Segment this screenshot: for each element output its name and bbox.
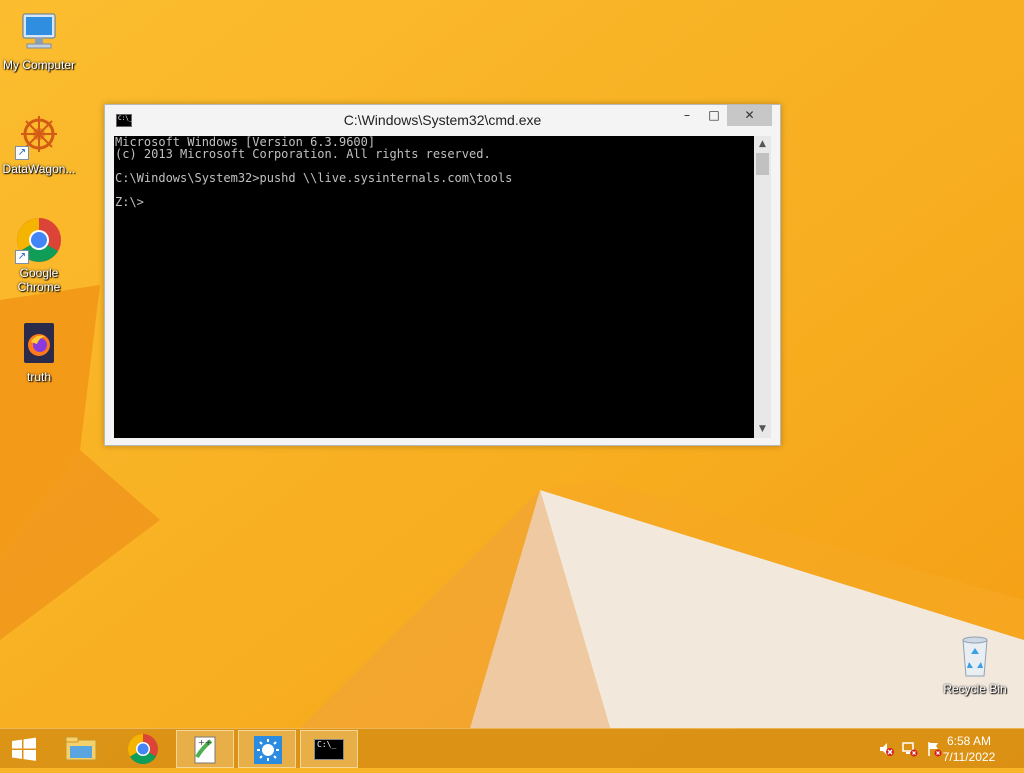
windows-logo-icon <box>12 737 36 761</box>
start-button[interactable] <box>0 730 48 768</box>
desktop-icon-label: My Computer <box>2 58 76 72</box>
taskbar-brightness-app[interactable] <box>238 730 296 768</box>
shortcut-arrow-icon: ↗ <box>15 250 29 264</box>
notepad-plus-plus-icon: ++ <box>194 736 216 764</box>
taskbar-cmd[interactable]: C:\_ <box>300 730 358 768</box>
maximize-button[interactable]: □ <box>701 105 727 126</box>
taskbar-file-explorer[interactable] <box>52 730 110 768</box>
svg-text:++: ++ <box>198 738 211 747</box>
shortcut-arrow-icon: ↗ <box>15 146 29 160</box>
computer-icon <box>15 8 63 56</box>
clock-date: 7/11/2022 <box>942 750 996 764</box>
firefox-file-icon <box>15 320 63 368</box>
brightness-app-icon <box>254 736 282 764</box>
console-line: C:\Windows\System32>pushd \\live.sysinte… <box>115 171 513 185</box>
desktop-icon-label: DataWagon... <box>2 162 76 176</box>
desktop-icon-my-computer[interactable]: My Computer <box>0 8 79 72</box>
minimize-button[interactable]: – <box>673 105 701 126</box>
taskbar-clock[interactable]: 6:58 AM 7/11/2022 <box>934 733 1004 765</box>
chrome-icon <box>127 734 158 765</box>
close-button[interactable]: ✕ <box>727 105 772 126</box>
volume-muted-icon[interactable] <box>878 741 894 757</box>
desktop-icon-label: truth <box>26 370 51 384</box>
chrome-icon: ↗ <box>15 216 63 264</box>
clock-time: 6:58 AM <box>946 734 992 748</box>
scrollbar-thumb[interactable] <box>756 153 769 175</box>
file-explorer-icon <box>65 736 97 761</box>
vertical-scrollbar[interactable]: ▲ ▼ <box>754 136 771 438</box>
recycle-bin-icon <box>951 632 999 680</box>
cmd-icon: C:\_ <box>314 739 344 760</box>
scroll-down-arrow-icon[interactable]: ▼ <box>754 421 771 438</box>
taskbar: ++ C:\_ 6:58 AM 7/11/2022 <box>0 728 1024 768</box>
cmd-app-icon[interactable]: C:\_ <box>116 114 132 127</box>
desktop-icon-label: Recycle Bin <box>943 682 1007 696</box>
taskbar-notepad-plus-plus[interactable]: ++ <box>176 730 234 768</box>
desktop-icon-google-chrome[interactable]: ↗ Google Chrome <box>0 216 79 294</box>
desktop-icon-truth[interactable]: truth <box>0 320 79 384</box>
system-tray: 6:58 AM 7/11/2022 <box>864 729 1024 769</box>
console-line: (c) 2013 Microsoft Corporation. All righ… <box>115 147 491 161</box>
console-output[interactable]: Microsoft Windows [Version 6.3.9600] (c)… <box>114 136 754 438</box>
scroll-up-arrow-icon[interactable]: ▲ <box>754 136 771 153</box>
network-error-icon[interactable] <box>902 741 918 757</box>
window-titlebar[interactable]: C:\Windows\System32\cmd.exe C:\_ – □ ✕ <box>105 105 780 136</box>
desktop-icon-label: Google Chrome <box>17 266 61 294</box>
cmd-window[interactable]: C:\Windows\System32\cmd.exe C:\_ – □ ✕ M… <box>104 104 781 446</box>
console-prompt: Z:\> <box>115 195 144 209</box>
desktop-icon-datawagon[interactable]: ↗ DataWagon... <box>0 112 79 176</box>
taskbar-chrome[interactable] <box>114 730 172 768</box>
desktop-icon-recycle-bin[interactable]: Recycle Bin <box>935 632 1015 696</box>
console-line <box>114 184 754 196</box>
datawagon-icon: ↗ <box>15 112 63 160</box>
